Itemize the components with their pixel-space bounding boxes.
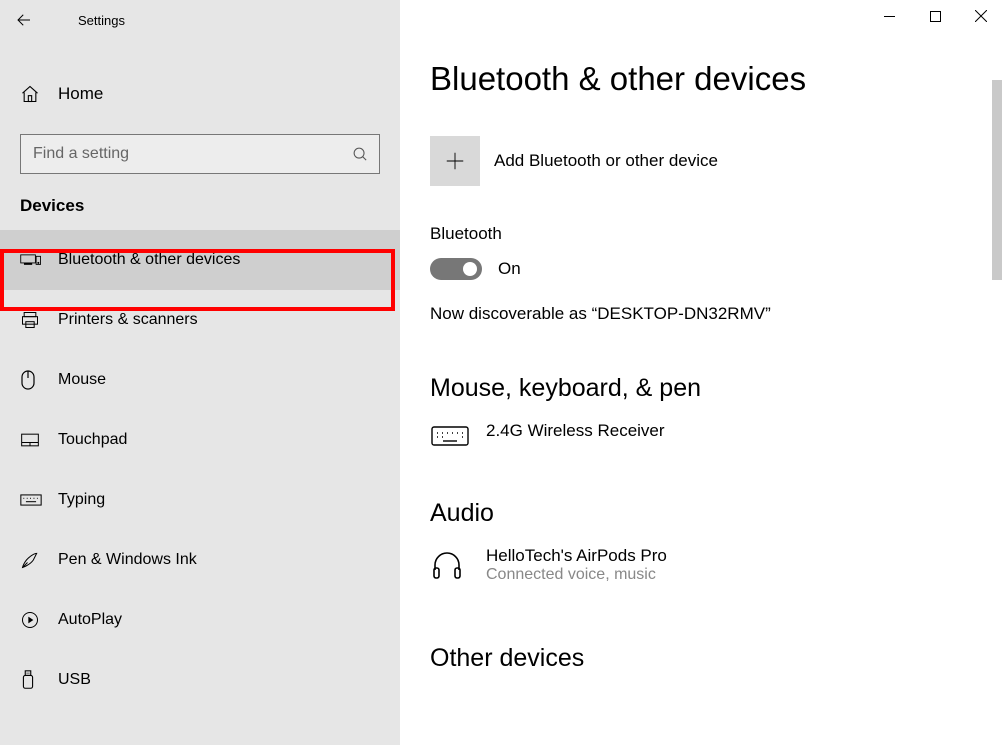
sidebar-item-usb[interactable]: USB (0, 650, 400, 710)
sidebar: Settings Home Devices Bluetooth & (0, 0, 400, 745)
scrollbar-thumb[interactable] (992, 80, 1002, 280)
sidebar-item-label: AutoPlay (58, 611, 122, 629)
minimize-button[interactable] (866, 0, 912, 32)
add-device-button[interactable]: Add Bluetooth or other device (430, 136, 1004, 186)
sidebar-item-printers[interactable]: Printers & scanners (0, 290, 400, 350)
section-audio-title: Audio (430, 499, 1004, 528)
device-name: HelloTech's AirPods Pro (486, 546, 667, 566)
sidebar-item-label: Bluetooth & other devices (58, 251, 240, 269)
add-device-label: Add Bluetooth or other device (494, 151, 718, 171)
home-nav[interactable]: Home (0, 64, 400, 124)
sidebar-item-label: Typing (58, 491, 105, 509)
sidebar-item-mouse[interactable]: Mouse (0, 350, 400, 410)
close-button[interactable] (958, 0, 1004, 32)
usb-icon (20, 669, 36, 691)
sidebar-item-touchpad[interactable]: Touchpad (0, 410, 400, 470)
titlebar: Settings (0, 0, 400, 40)
back-button[interactable] (0, 0, 48, 40)
sidebar-item-autoplay[interactable]: AutoPlay (0, 590, 400, 650)
sidebar-item-label: Touchpad (58, 431, 127, 449)
touchpad-icon (20, 432, 40, 448)
device-airpods[interactable]: HelloTech's AirPods Pro Connected voice,… (430, 546, 1004, 584)
page-title: Bluetooth & other devices (430, 60, 1004, 98)
bluetooth-heading: Bluetooth (430, 224, 1004, 244)
section-mouse-kbd-title: Mouse, keyboard, & pen (430, 374, 1004, 403)
sidebar-item-pen[interactable]: Pen & Windows Ink (0, 530, 400, 590)
headphones-icon (430, 548, 464, 582)
device-status: Connected voice, music (486, 566, 667, 584)
keyboard-icon (20, 493, 42, 507)
search-icon (352, 146, 369, 163)
add-tile (430, 136, 480, 186)
sidebar-item-label: Printers & scanners (58, 311, 198, 329)
sidebar-item-typing[interactable]: Typing (0, 470, 400, 530)
minimize-icon (884, 11, 895, 22)
bluetooth-toggle-state: On (498, 259, 521, 279)
plus-icon (444, 150, 466, 172)
device-name: 2.4G Wireless Receiver (486, 421, 665, 441)
window-title: Settings (78, 13, 125, 28)
autoplay-icon (20, 610, 40, 630)
keyboard-icon (430, 423, 470, 449)
maximize-icon (930, 11, 941, 22)
devices-icon (20, 251, 42, 269)
content-pane: Bluetooth & other devices Add Bluetooth … (400, 0, 1004, 745)
sidebar-item-label: Pen & Windows Ink (58, 551, 197, 569)
arrow-left-icon (15, 11, 33, 29)
sidebar-item-label: USB (58, 671, 91, 689)
category-label: Devices (0, 174, 400, 230)
maximize-button[interactable] (912, 0, 958, 32)
home-label: Home (58, 84, 103, 104)
sidebar-item-bluetooth[interactable]: Bluetooth & other devices (0, 230, 400, 290)
section-other-title: Other devices (430, 644, 1004, 673)
device-wireless-receiver[interactable]: 2.4G Wireless Receiver (430, 421, 1004, 449)
sidebar-item-label: Mouse (58, 371, 106, 389)
mouse-icon (20, 369, 36, 391)
printer-icon (20, 310, 40, 330)
discoverable-text: Now discoverable as “DESKTOP-DN32RMV” (430, 304, 1004, 324)
home-icon (20, 84, 40, 104)
pen-icon (20, 550, 40, 570)
close-icon (975, 10, 987, 22)
window-controls (866, 0, 1004, 32)
search-box[interactable] (20, 134, 380, 174)
search-input[interactable] (31, 144, 352, 164)
bluetooth-toggle[interactable] (430, 258, 482, 280)
